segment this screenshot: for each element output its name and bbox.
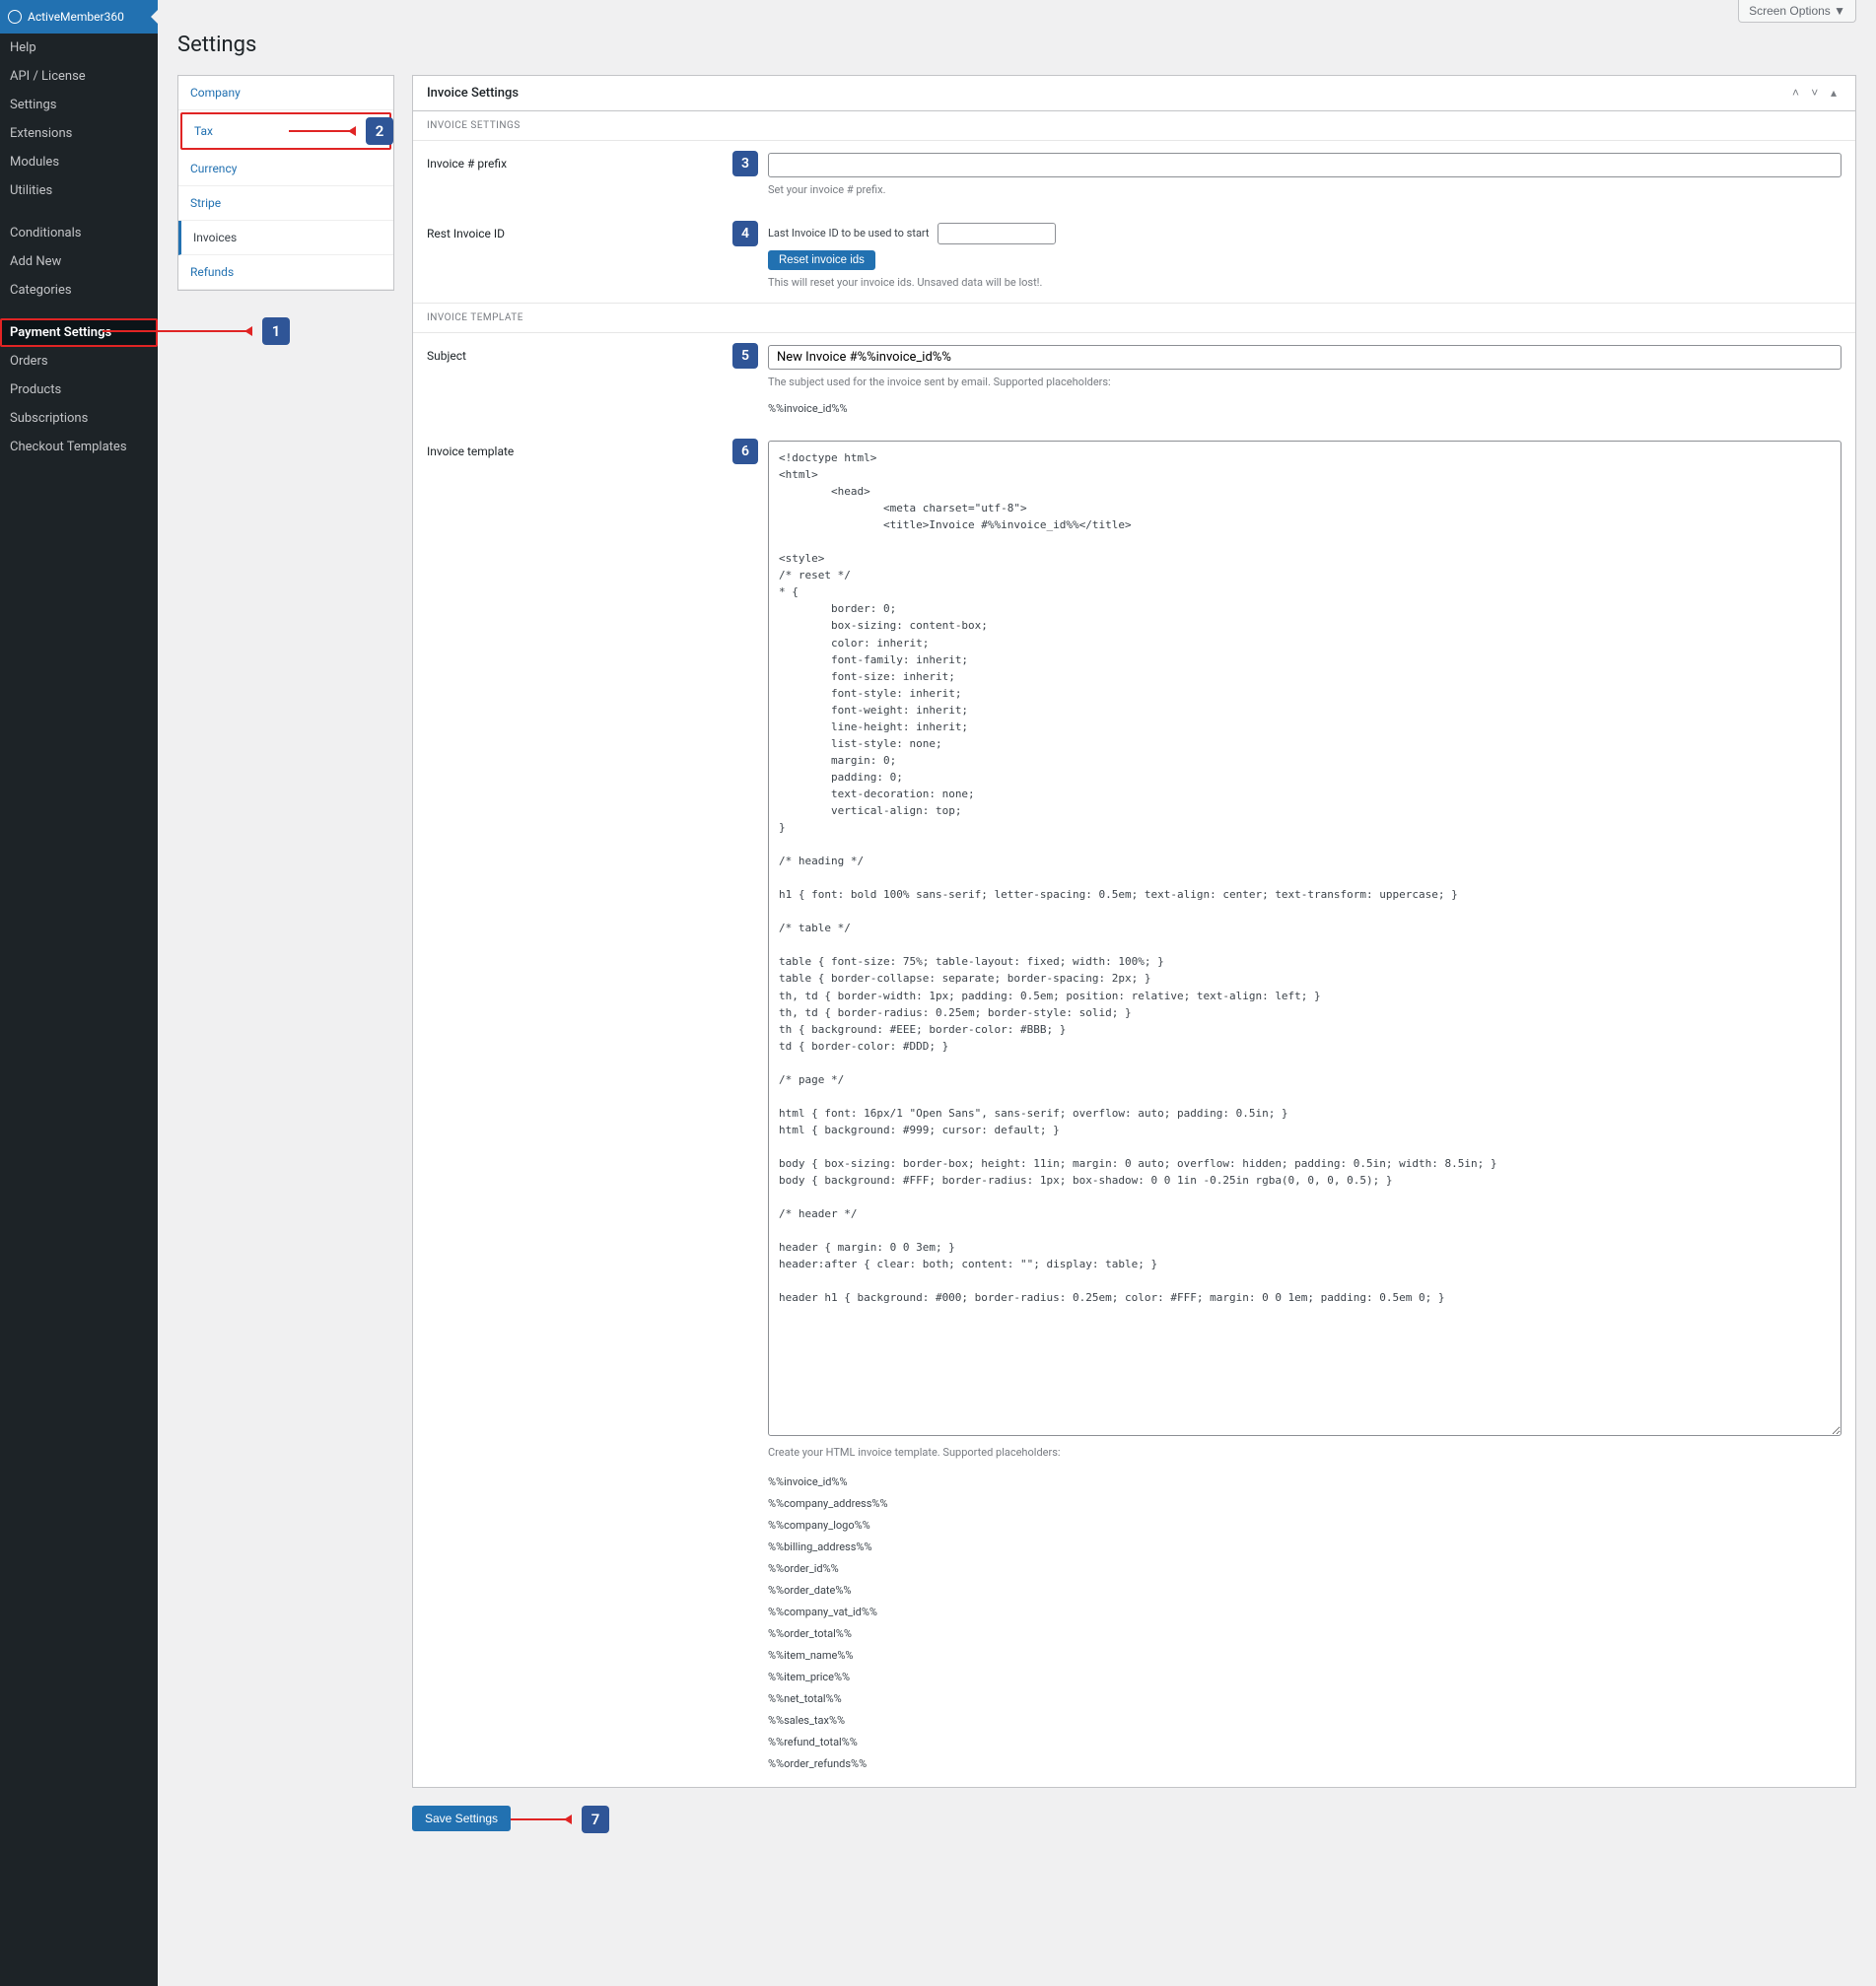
sidebar-item-api-license[interactable]: API / License [0, 62, 158, 91]
placeholder-item: %%company_address%% [768, 1493, 1841, 1515]
placeholder-item: %%item_name%% [768, 1645, 1841, 1667]
tab-stripe[interactable]: Stripe [178, 186, 393, 221]
placeholder-item: %%billing_address%% [768, 1537, 1841, 1558]
placeholder-item: %%company_logo%% [768, 1515, 1841, 1537]
annotation-badge-3: 3 [732, 151, 758, 176]
placeholder-item: %%order_date%% [768, 1580, 1841, 1602]
panel-header: Invoice Settings ˄ ˅ ▴ [413, 76, 1855, 111]
tab-currency[interactable]: Currency [178, 152, 393, 186]
sidebar-item-categories[interactable]: Categories [0, 276, 158, 305]
annotation-badge-6: 6 [732, 439, 758, 464]
sidebar-separator [0, 305, 158, 318]
label-last-invoice-id: Last Invoice ID to be used to start [768, 227, 930, 240]
panel-controls: ˄ ˅ ▴ [1788, 86, 1841, 101]
invoice-settings-panel: Invoice Settings ˄ ˅ ▴ INVOICE SETTINGS … [412, 75, 1856, 1788]
placeholder-item: %%sales_tax%% [768, 1710, 1841, 1732]
row-invoice-prefix: Invoice # prefix 3 Set your invoice # pr… [413, 141, 1855, 211]
sidebar-separator [0, 205, 158, 219]
reset-invoice-ids-button[interactable]: Reset invoice ids [768, 250, 875, 270]
sidebar-payment-settings-wrap: Payment Settings 1 [0, 318, 158, 347]
annotation-badge-4: 4 [732, 221, 758, 246]
placeholder-item: %%order_total%% [768, 1623, 1841, 1645]
sidebar-item-payment-settings[interactable]: Payment Settings [2, 320, 156, 345]
save-settings-button[interactable]: Save Settings [412, 1806, 511, 1831]
sidebar-item-modules[interactable]: Modules [0, 148, 158, 176]
chevron-up-icon[interactable]: ˄ [1788, 86, 1804, 100]
help-invoice-prefix: Set your invoice # prefix. [768, 182, 1841, 199]
help-reset-invoice: This will reset your invoice ids. Unsave… [768, 275, 1841, 292]
sidebar-item-utilities[interactable]: Utilities [0, 176, 158, 205]
annotation-badge-1: 1 [262, 317, 290, 345]
placeholder-item: %%item_price%% [768, 1667, 1841, 1688]
row-reset-invoice: Rest Invoice ID 4 Last Invoice ID to be … [413, 211, 1855, 304]
caret-up-icon[interactable]: ▴ [1826, 86, 1841, 100]
section-invoice-template: INVOICE TEMPLATE [413, 303, 1855, 333]
chevron-down-icon[interactable]: ˅ [1807, 86, 1823, 100]
brand-label: ActiveMember360 [28, 10, 124, 24]
settings-tabs: Company Tax 2 Currency Stripe Invoices R… [177, 75, 394, 291]
annotation-highlight-1: Payment Settings [0, 318, 158, 347]
section-invoice-settings: INVOICE SETTINGS [413, 111, 1855, 141]
label-subject: Subject [427, 345, 723, 417]
placeholder-item: %%invoice_id%% [768, 1472, 1841, 1493]
sidebar-item-settings[interactable]: Settings [0, 91, 158, 119]
placeholder-item: %%refund_total%% [768, 1732, 1841, 1753]
annotation-arrow-7 [511, 1818, 570, 1820]
sidebar-item-extensions[interactable]: Extensions [0, 119, 158, 148]
brand-icon [8, 10, 22, 24]
screen-options-bar: Screen Options ▼ [177, 0, 1856, 23]
main-content: Screen Options ▼ Settings Company Tax 2 … [158, 0, 1876, 1871]
invoice-prefix-input[interactable] [768, 153, 1841, 177]
settings-content: Invoice Settings ˄ ˅ ▴ INVOICE SETTINGS … [412, 75, 1856, 1831]
sidebar-item-orders[interactable]: Orders [0, 347, 158, 376]
row-invoice-template: Invoice template 6 Create your HTML invo… [413, 429, 1855, 1787]
help-subject: The subject used for the invoice sent by… [768, 375, 1841, 391]
annotation-arrow-2 [289, 130, 354, 132]
sidebar-item-conditionals[interactable]: Conditionals [0, 219, 158, 247]
sidebar-item-products[interactable]: Products [0, 376, 158, 404]
label-reset-invoice: Rest Invoice ID [427, 223, 723, 292]
save-row: Save Settings 7 [412, 1806, 1856, 1831]
page-title: Settings [177, 33, 1856, 57]
row-subject: Subject 5 The subject used for the invoi… [413, 333, 1855, 429]
tab-tax-wrap: Tax 2 [178, 112, 393, 150]
screen-options-toggle[interactable]: Screen Options ▼ [1738, 0, 1856, 23]
sidebar-brand[interactable]: ActiveMember360 [0, 0, 158, 34]
sidebar-item-subscriptions[interactable]: Subscriptions [0, 404, 158, 433]
tab-company[interactable]: Company [178, 76, 393, 110]
sidebar-item-help[interactable]: Help [0, 34, 158, 62]
annotation-badge-5: 5 [732, 343, 758, 369]
last-invoice-id-input[interactable] [938, 223, 1056, 244]
sidebar-item-add-new[interactable]: Add New [0, 247, 158, 276]
admin-sidebar: ActiveMember360 Help API / License Setti… [0, 0, 158, 1986]
invoice-template-textarea[interactable] [768, 441, 1841, 1436]
placeholder-item: %%company_vat_id%% [768, 1602, 1841, 1623]
annotation-badge-2: 2 [366, 117, 393, 145]
placeholder-item: %%order_refunds%% [768, 1753, 1841, 1775]
label-invoice-template: Invoice template [427, 441, 723, 1775]
collapse-menu-icon [151, 9, 159, 25]
subject-input[interactable] [768, 345, 1841, 370]
panel-title: Invoice Settings [427, 86, 519, 101]
placeholder-item: %%order_id%% [768, 1558, 1841, 1580]
help-invoice-template: Create your HTML invoice template. Suppo… [768, 1445, 1841, 1462]
tab-tax[interactable]: Tax [180, 112, 391, 150]
placeholder-item: %%net_total%% [768, 1688, 1841, 1710]
annotation-badge-7: 7 [582, 1806, 609, 1833]
tab-refunds[interactable]: Refunds [178, 255, 393, 290]
annotation-arrow-1 [103, 330, 250, 332]
template-placeholders: %%invoice_id%% %%company_address%% %%com… [768, 1472, 1841, 1775]
sidebar-item-checkout-templates[interactable]: Checkout Templates [0, 433, 158, 461]
label-invoice-prefix: Invoice # prefix [427, 153, 723, 199]
tab-invoices[interactable]: Invoices [178, 221, 393, 255]
subject-placeholder-item: %%invoice_id%% [768, 401, 1841, 418]
